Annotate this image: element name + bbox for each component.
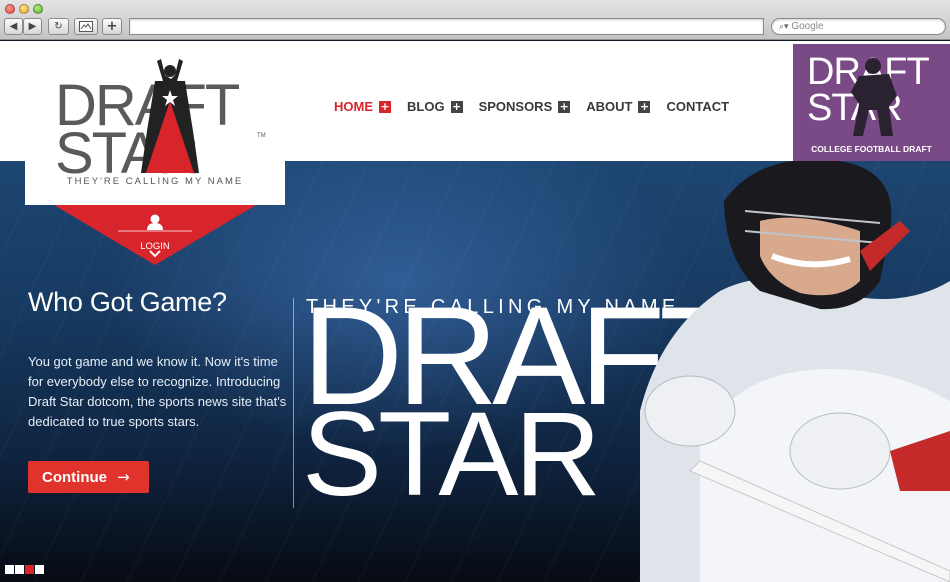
search-placeholder: Google — [791, 21, 824, 32]
add-tab-icon: + — [106, 19, 118, 34]
logo-tagline: THEY'RE CALLING MY NAME — [66, 176, 244, 187]
nav-item-contact[interactable]: CONTACT — [666, 99, 729, 114]
minimize-window-button[interactable] — [19, 4, 29, 14]
logo-graphic: DRAFT STAR TM — [55, 59, 266, 186]
hero-body-text: You got game and we know it. Now it's ti… — [28, 354, 287, 429]
slider-dot-3[interactable] — [25, 565, 34, 574]
window-controls — [5, 4, 43, 14]
sponsor-ad[interactable]: DRAFT STAR COLLEGE FOOTBALL DRAFT — [793, 44, 950, 161]
nav-item-home[interactable]: HOME + — [334, 99, 391, 114]
reload-button[interactable]: ↻ — [48, 18, 69, 35]
hero-hockey-player-image — [640, 161, 950, 582]
hero-divider — [293, 298, 294, 508]
address-bar[interactable] — [129, 18, 764, 35]
search-icon: ⌕▾ — [779, 22, 789, 32]
nav-label: SPONSORS — [478, 99, 553, 114]
bookmarks-button[interactable] — [74, 18, 98, 35]
logo-trademark: TM — [257, 133, 266, 139]
site-logo[interactable]: DRAFT STAR TM THEY'RE CALLING MY NAME — [25, 41, 285, 205]
main-nav: HOME + BLOG + SPONSORS + ABOUT + CONTACT — [334, 99, 729, 114]
nav-label: ABOUT — [586, 99, 633, 114]
zoom-window-button[interactable] — [33, 4, 43, 14]
continue-label: Continue — [42, 469, 107, 486]
nav-item-blog[interactable]: BLOG + — [407, 99, 463, 114]
expand-plus-icon[interactable]: + — [450, 100, 463, 113]
forward-button[interactable]: ▶ — [23, 18, 42, 35]
nav-label: CONTACT — [666, 99, 730, 114]
login-flag-shape — [54, 205, 256, 265]
reload-icon: ↻ — [54, 21, 63, 32]
nav-label: BLOG — [407, 99, 445, 114]
bookmark-icon — [79, 21, 93, 32]
ad-caption: COLLEGE FOOTBALL DRAFT — [811, 144, 932, 154]
expand-plus-icon[interactable]: + — [638, 100, 651, 113]
hero-big-word-bottom: STAR — [302, 387, 597, 521]
login-button[interactable]: LOGIN — [54, 205, 256, 265]
slider-dot-4[interactable] — [35, 565, 44, 574]
expand-plus-icon[interactable]: + — [379, 100, 391, 113]
hero-slogan: THEY'RE CALLING MY NAME — [306, 296, 680, 318]
nav-item-about[interactable]: ABOUT + — [586, 99, 651, 114]
slider-pagination — [5, 565, 44, 574]
nav-label: HOME — [334, 99, 373, 114]
ad-graphic: DRAFT STAR — [807, 51, 930, 136]
back-button[interactable]: ◀ — [4, 18, 23, 35]
slider-dot-2[interactable] — [15, 565, 24, 574]
search-field[interactable]: ⌕▾ Google — [771, 18, 946, 35]
arrow-right-icon: → — [117, 468, 130, 486]
nav-item-sponsors[interactable]: SPONSORS + — [479, 99, 571, 114]
back-arrow-icon: ◀ — [9, 21, 18, 32]
close-window-button[interactable] — [5, 4, 15, 14]
browser-toolbar: ◀ ▶ ↻ + ⌕▾ Google — [0, 0, 950, 40]
forward-arrow-icon: ▶ — [28, 21, 37, 32]
login-label: LOGIN — [140, 241, 170, 252]
continue-button[interactable]: Continue → — [28, 461, 149, 493]
add-tab-button[interactable]: + — [102, 18, 122, 35]
expand-plus-icon[interactable]: + — [558, 100, 571, 113]
slider-dot-1[interactable] — [5, 565, 14, 574]
hero-title: Who Got Game? — [28, 287, 227, 317]
